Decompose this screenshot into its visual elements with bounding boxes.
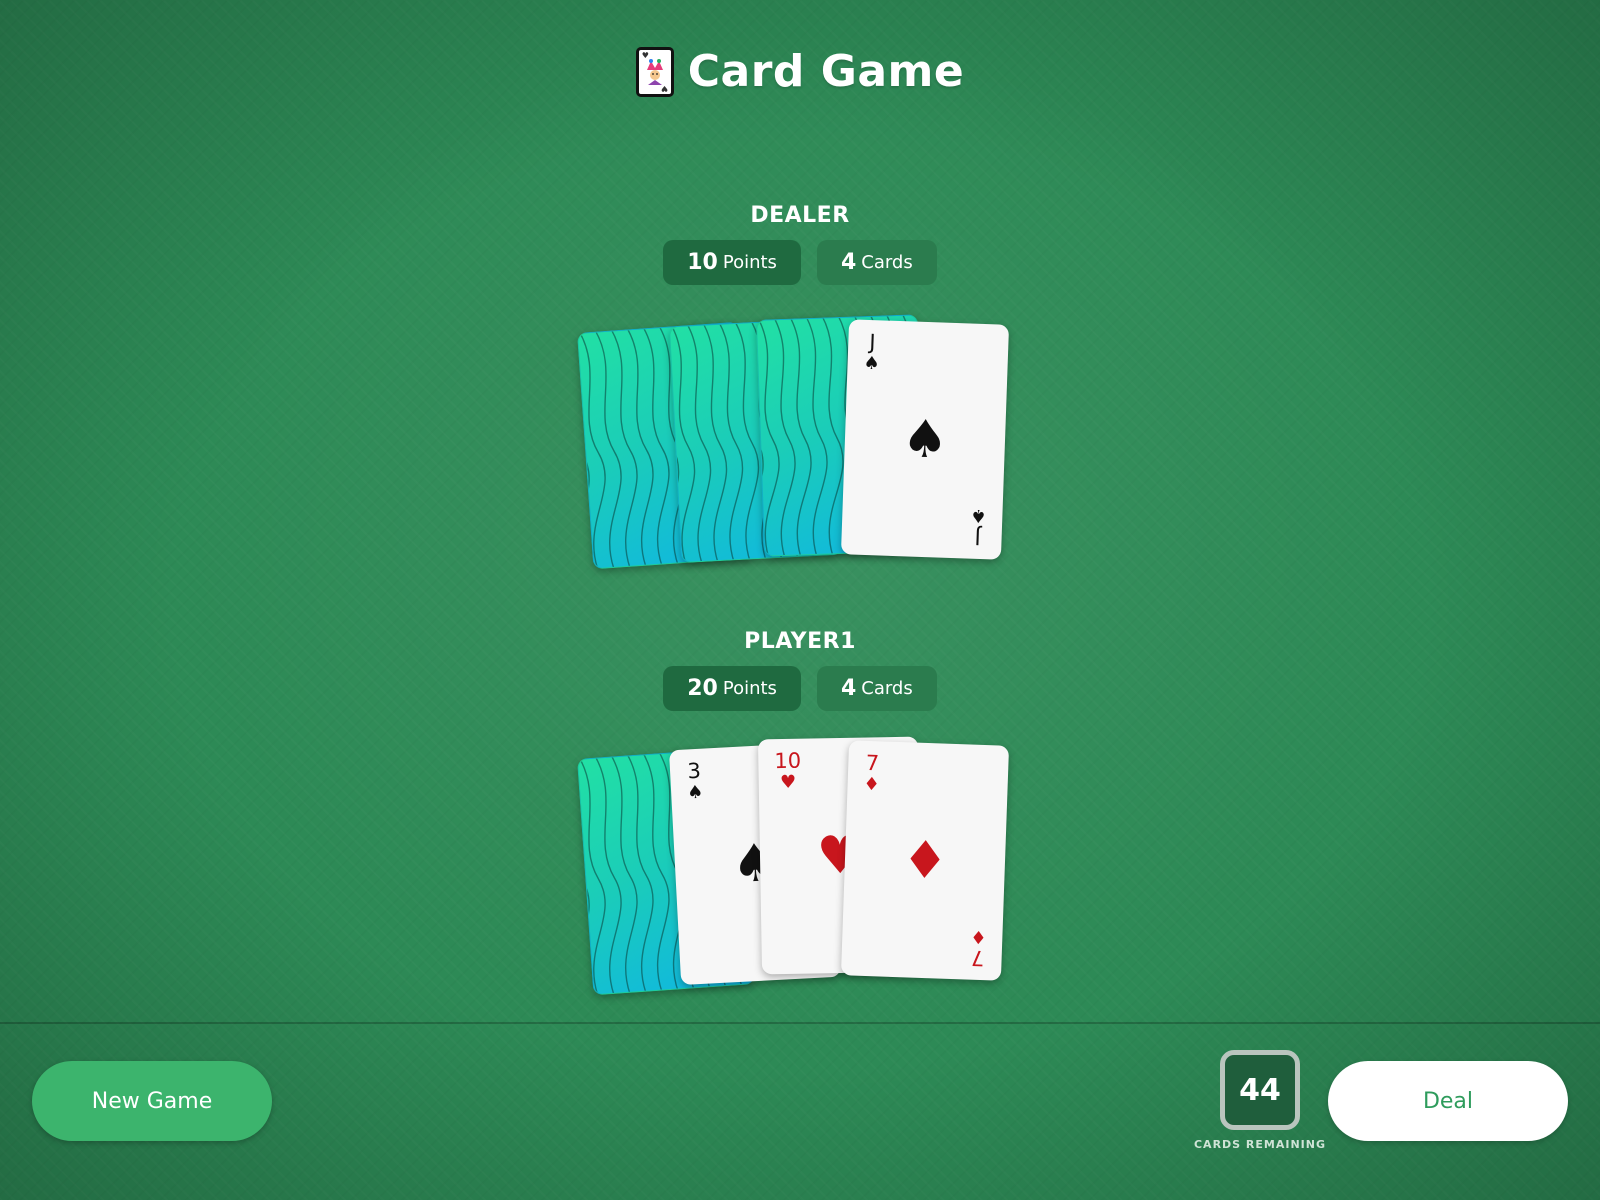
dealer-label: DEALER — [750, 203, 850, 228]
player-label: PLAYER1 — [744, 629, 856, 654]
card-rank: 3 — [686, 758, 702, 784]
player-hand: 3 ♠ ♠ 3 ♠ 10 ♥ ♥ 10 ♥ 7 ♦ ♦ 7 ♦ — [0, 736, 1600, 998]
header: ♥ ♥ Card Game — [0, 46, 1600, 97]
dealer-stats: 10 Points 4 Cards — [0, 240, 1600, 285]
dealer-points-unit: Points — [722, 252, 777, 273]
deck-counter-label: CARDS REMAINING — [1193, 1138, 1326, 1151]
dealer-points-badge: 10 Points — [663, 240, 801, 285]
player-cards-value: 4 — [840, 676, 857, 701]
player-cards-unit: Cards — [861, 678, 913, 699]
diamond-icon: ♦ — [969, 925, 987, 948]
dealer-hand: J ♠ ♠ J ♠ — [0, 312, 1600, 572]
dealer-cards-badge: 4 Cards — [816, 240, 937, 285]
player-points-badge: 20 Points — [663, 666, 801, 711]
spade-icon: ♠ — [863, 352, 881, 375]
player-points-unit: Points — [722, 678, 777, 699]
footer-divider — [0, 1022, 1600, 1024]
card-rank: 10 — [774, 748, 802, 774]
spade-icon: ♠ — [900, 408, 950, 471]
player-points-value: 20 — [687, 676, 718, 701]
playing-card[interactable]: 7 ♦ ♦ 7 ♦ — [840, 740, 1010, 981]
spade-icon: ♠ — [686, 781, 704, 804]
joker-card-icon: ♥ ♥ — [635, 46, 674, 97]
spade-icon: ♠ — [969, 504, 987, 527]
card-rank: J — [868, 330, 876, 355]
deal-button[interactable]: Deal — [1328, 1061, 1568, 1141]
deck-counter: 44 — [1220, 1050, 1300, 1130]
dealer-cards-unit: Cards — [861, 252, 913, 273]
playing-card: J ♠ ♠ J ♠ — [840, 319, 1010, 560]
page-title: Card Game — [687, 46, 965, 97]
new-game-button[interactable]: New Game — [32, 1061, 272, 1141]
card-rank: 7 — [970, 945, 985, 971]
player-stats: 20 Points 4 Cards — [0, 666, 1600, 711]
heart-icon: ♥ — [779, 771, 797, 794]
dealer-cards-value: 4 — [840, 250, 857, 275]
diamond-icon: ♦ — [863, 773, 881, 796]
diamond-icon: ♦ — [900, 829, 950, 892]
dealer-points-value: 10 — [687, 250, 718, 275]
player-cards-badge: 4 Cards — [816, 666, 937, 711]
card-rank: 7 — [865, 750, 880, 776]
card-rank: J — [974, 524, 982, 549]
